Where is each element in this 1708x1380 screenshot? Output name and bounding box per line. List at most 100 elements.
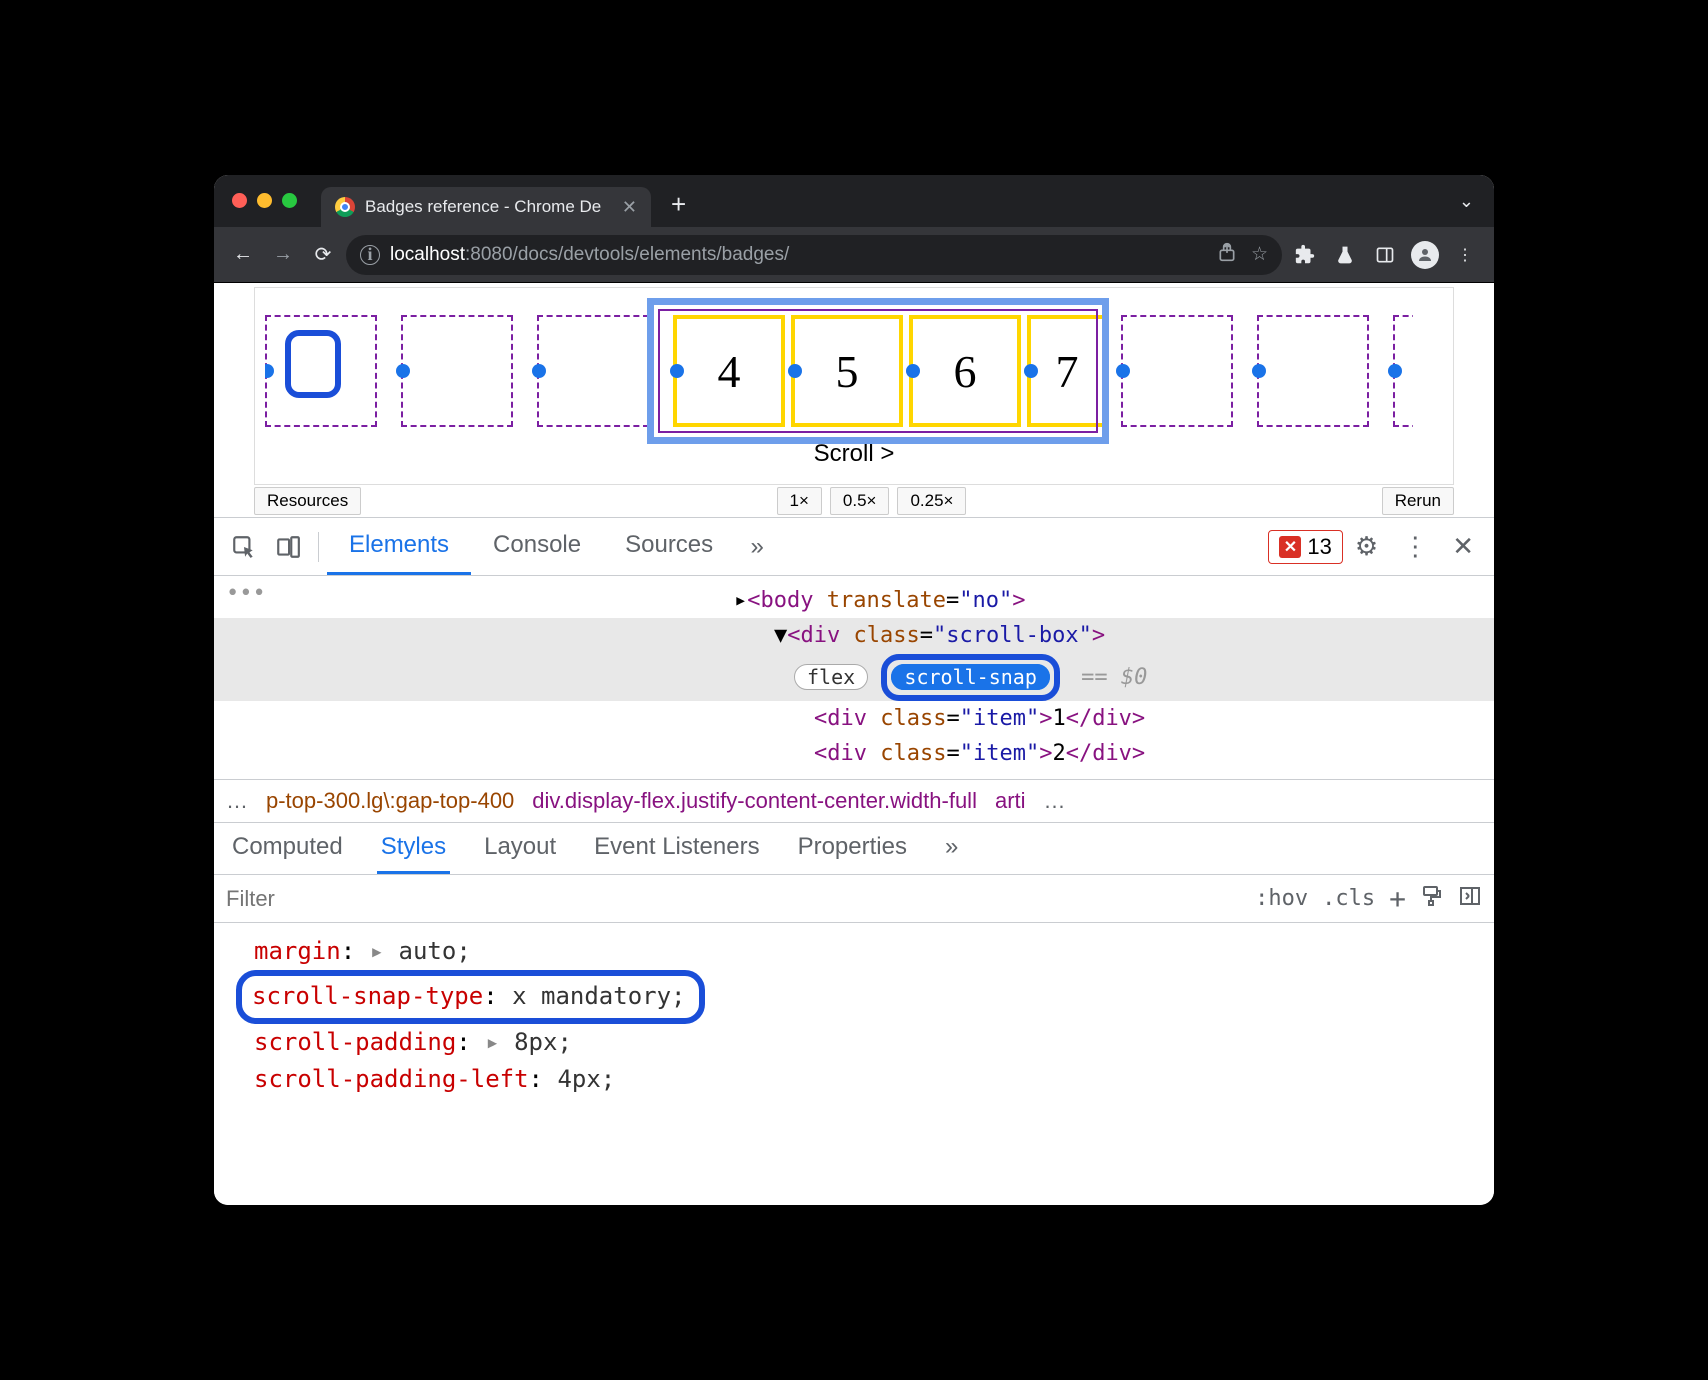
scroll-demo: 4 5 6 7 Scroll > xyxy=(254,287,1454,485)
zoom-025x-button[interactable]: 0.25× xyxy=(897,487,966,515)
scroll-snap-badge[interactable]: scroll-snap xyxy=(891,664,1049,690)
tab-sources[interactable]: Sources xyxy=(603,518,735,575)
zoom-1x-button[interactable]: 1× xyxy=(777,487,822,515)
snap-dot-icon xyxy=(1388,364,1402,378)
toggle-sidebar-icon[interactable] xyxy=(1458,884,1482,914)
minimize-window-button[interactable] xyxy=(257,193,272,208)
chrome-icon xyxy=(335,197,355,217)
css-declaration[interactable]: scroll-padding-left: 4px; xyxy=(254,1061,1476,1098)
sidepanel-icon[interactable] xyxy=(1368,238,1402,272)
styles-declarations[interactable]: margin: ▸ auto; scroll-snap-type: x mand… xyxy=(214,923,1494,1108)
resources-button[interactable]: Resources xyxy=(254,487,361,515)
scroll-item: 4 xyxy=(673,315,785,427)
subtab-properties[interactable]: Properties xyxy=(794,823,911,874)
crumb-ellipsis[interactable]: … xyxy=(226,788,248,814)
scroll-item xyxy=(1393,315,1413,427)
scroll-item xyxy=(401,315,513,427)
tab-strip: Badges reference - Chrome De ✕ + ⌄ xyxy=(214,175,1494,227)
subtab-event-listeners[interactable]: Event Listeners xyxy=(590,823,763,874)
styles-filter-input[interactable] xyxy=(226,886,1241,912)
new-style-rule-icon[interactable]: + xyxy=(1389,882,1406,915)
reload-button[interactable]: ⟳ xyxy=(306,238,340,272)
snap-dot-icon xyxy=(788,364,802,378)
snap-dot-icon xyxy=(396,364,410,378)
forward-button[interactable]: → xyxy=(266,238,300,272)
snap-dot-icon xyxy=(670,364,684,378)
paint-icon[interactable] xyxy=(1420,884,1444,914)
dom-node[interactable]: <div class="item">2</div> xyxy=(214,736,1494,771)
css-declaration[interactable]: margin: ▸ auto; xyxy=(254,933,1476,970)
css-declaration[interactable]: scroll-padding: ▸ 8px; xyxy=(254,1024,1476,1061)
close-devtools-icon[interactable]: ✕ xyxy=(1440,531,1486,562)
subtab-computed[interactable]: Computed xyxy=(228,823,347,874)
url-text: localhost:8080/docs/devtools/elements/ba… xyxy=(390,244,789,266)
share-icon[interactable] xyxy=(1217,242,1237,268)
snap-dot-icon xyxy=(906,364,920,378)
dom-tree[interactable]: ••• ▸<body translate="no"> ▼<div class="… xyxy=(214,576,1494,779)
scroll-item xyxy=(265,315,377,427)
devtools-panel: Elements Console Sources » ✕ 13 ⚙ ⋮ ✕ ••… xyxy=(214,517,1494,1205)
address-bar[interactable]: i localhost:8080/docs/devtools/elements/… xyxy=(346,235,1282,275)
profile-avatar[interactable] xyxy=(1408,238,1442,272)
browser-menu-icon[interactable]: ⋮ xyxy=(1448,238,1482,272)
scroll-item xyxy=(537,315,649,427)
browser-window: Badges reference - Chrome De ✕ + ⌄ ← → ⟳… xyxy=(214,175,1494,1205)
snap-dot-icon xyxy=(1252,364,1266,378)
devtools-menu-icon[interactable]: ⋮ xyxy=(1390,531,1440,562)
window-controls xyxy=(232,193,297,208)
breadcrumb-item[interactable]: p-top-300.lg\:gap-top-400 xyxy=(266,788,514,814)
dom-node[interactable]: <div class="item">1</div> xyxy=(214,701,1494,736)
dom-node-selected[interactable]: ▼<div class="scroll-box"> xyxy=(214,618,1494,653)
selected-node-indicator: == $0 xyxy=(1081,665,1147,690)
highlight-ring: scroll-snap xyxy=(881,654,1059,701)
breadcrumb-item[interactable]: arti xyxy=(995,788,1026,814)
scroll-item: 5 xyxy=(791,315,903,427)
back-button[interactable]: ← xyxy=(226,238,260,272)
styles-filter-row: :hov .cls + xyxy=(214,875,1494,923)
css-declaration-highlighted[interactable]: scroll-snap-type: x mandatory; xyxy=(236,970,1476,1023)
rerun-button[interactable]: Rerun xyxy=(1382,487,1454,515)
more-subtabs-icon[interactable]: » xyxy=(941,823,962,874)
tab-elements[interactable]: Elements xyxy=(327,518,471,575)
styles-subtabs: Computed Styles Layout Event Listeners P… xyxy=(214,823,1494,875)
scroll-item: 6 xyxy=(909,315,1021,427)
scroll-caption: Scroll > xyxy=(295,436,1413,478)
dom-node[interactable]: ▸<body translate="no"> xyxy=(214,583,1494,618)
crumb-ellipsis[interactable]: … xyxy=(1044,788,1066,814)
error-count-badge[interactable]: ✕ 13 xyxy=(1268,530,1342,564)
more-tabs-icon[interactable]: » xyxy=(735,533,779,561)
settings-icon[interactable]: ⚙ xyxy=(1343,531,1390,562)
zoom-05x-button[interactable]: 0.5× xyxy=(830,487,890,515)
error-icon: ✕ xyxy=(1279,536,1301,558)
extensions-icon[interactable] xyxy=(1288,238,1322,272)
breadcrumb[interactable]: … p-top-300.lg\:gap-top-400 div.display-… xyxy=(214,779,1494,823)
subtab-layout[interactable]: Layout xyxy=(480,823,560,874)
bookmark-icon[interactable]: ☆ xyxy=(1251,243,1268,266)
url-bar: ← → ⟳ i localhost:8080/docs/devtools/ele… xyxy=(214,227,1494,283)
hov-toggle[interactable]: :hov xyxy=(1255,886,1308,911)
close-window-button[interactable] xyxy=(232,193,247,208)
snap-dot-icon xyxy=(265,364,274,378)
scroll-item: 7 xyxy=(1027,315,1107,427)
tabs-dropdown-icon[interactable]: ⌄ xyxy=(1451,191,1482,212)
tab-title: Badges reference - Chrome De xyxy=(365,197,601,217)
breadcrumb-item[interactable]: div.display-flex.justify-content-center.… xyxy=(532,788,977,814)
maximize-window-button[interactable] xyxy=(282,193,297,208)
devtools-tabstrip: Elements Console Sources » ✕ 13 ⚙ ⋮ ✕ xyxy=(214,518,1494,576)
labs-icon[interactable] xyxy=(1328,238,1362,272)
scroll-item xyxy=(1121,315,1233,427)
cls-toggle[interactable]: .cls xyxy=(1322,886,1375,911)
scroll-box[interactable]: 4 5 6 7 xyxy=(265,306,1413,436)
browser-tab[interactable]: Badges reference - Chrome De ✕ xyxy=(321,187,651,227)
new-tab-button[interactable]: + xyxy=(661,189,696,220)
snap-dot-icon xyxy=(1024,364,1038,378)
tab-console[interactable]: Console xyxy=(471,518,603,575)
demo-toolbar: Resources 1× 0.5× 0.25× Rerun xyxy=(214,485,1494,517)
subtab-styles[interactable]: Styles xyxy=(377,823,450,874)
close-tab-icon[interactable]: ✕ xyxy=(622,197,637,218)
flex-badge[interactable]: flex xyxy=(794,664,868,690)
site-info-icon[interactable]: i xyxy=(360,245,380,265)
inspect-element-icon[interactable] xyxy=(222,534,266,560)
dom-badges-row: flex scroll-snap == $0 xyxy=(214,654,1494,701)
device-toolbar-icon[interactable] xyxy=(266,534,310,560)
